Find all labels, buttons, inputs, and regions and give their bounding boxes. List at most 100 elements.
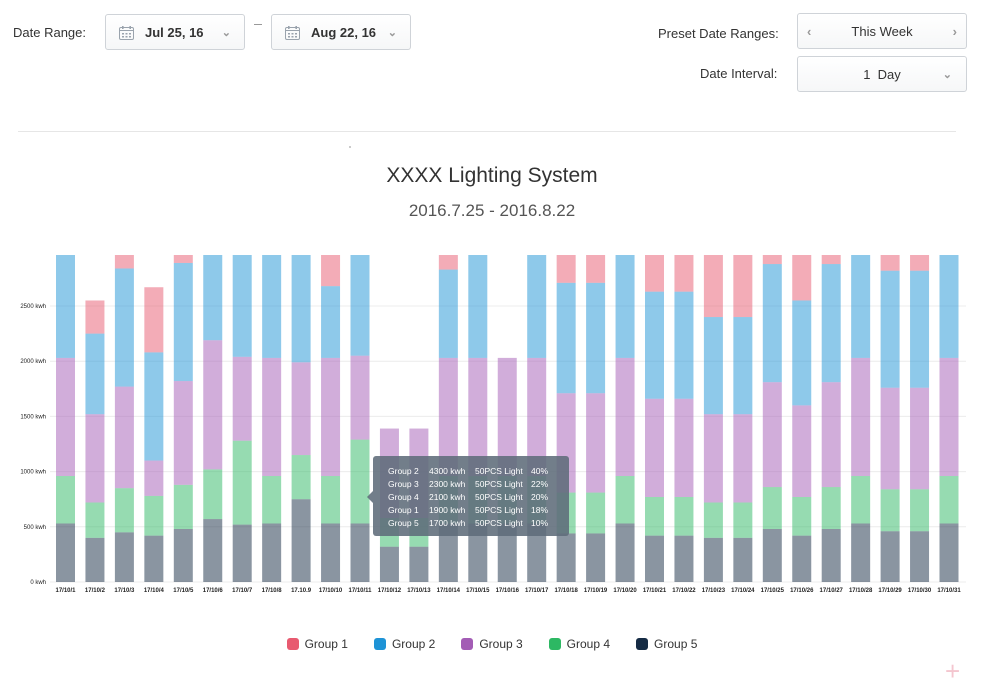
date-interval-label: Date Interval: — [700, 66, 778, 81]
tooltip-percent: 22% — [531, 479, 548, 489]
tooltip-percent: 20% — [531, 492, 548, 502]
chart-title: XXXX Lighting System — [386, 164, 598, 187]
tooltip-percent: 40% — [531, 466, 548, 476]
bar-segment — [144, 352, 164, 461]
bar-segment — [762, 382, 782, 488]
bar-segment — [144, 460, 164, 496]
tooltip-item: 50PCS Light — [475, 466, 523, 476]
x-tick-label: 17/10/26 — [790, 588, 814, 594]
bar-segment — [762, 255, 782, 265]
bar-segment — [674, 255, 694, 292]
bar-segment — [910, 270, 930, 388]
bar-segment — [291, 255, 311, 363]
bar-segment — [350, 439, 370, 524]
bar-segment — [586, 393, 606, 493]
bar-segment — [56, 523, 75, 582]
bar-segment — [85, 502, 105, 538]
bar-segment — [880, 531, 900, 582]
legend-item[interactable]: Group 3 — [461, 637, 523, 651]
bar-segment — [586, 533, 606, 582]
bar-segment — [792, 255, 812, 301]
bar-segment — [674, 496, 694, 536]
bar-segment — [939, 357, 959, 477]
preset-date-range-selector[interactable]: ‹ This Week › — [797, 13, 967, 49]
bar-segment — [851, 523, 871, 582]
bar-segment — [645, 291, 664, 399]
bar-segment — [173, 529, 193, 582]
tooltip-group: Group 4 — [388, 492, 419, 502]
legend-label: Group 5 — [654, 637, 698, 651]
bar-segment — [645, 398, 664, 497]
bar-segment — [409, 546, 429, 582]
bar-segment — [910, 387, 930, 490]
x-tick-label: 17/10/4 — [144, 588, 165, 594]
bar-segment — [851, 357, 871, 477]
x-tick-label: 17/10/31 — [937, 588, 961, 594]
bar-segment — [350, 355, 370, 440]
legend-label: Group 2 — [391, 637, 436, 651]
legend-item[interactable]: Group 4 — [548, 637, 611, 651]
legend-item[interactable]: Group 5 — [636, 637, 697, 651]
tooltip-item: 50PCS Light — [475, 518, 523, 528]
bar-segment — [56, 476, 75, 524]
x-tick-label: 17/10/11 — [348, 588, 372, 594]
bar-segment — [350, 255, 370, 356]
bar-segment — [556, 255, 576, 283]
bar-segment — [586, 255, 606, 283]
legend-label: Group 3 — [479, 637, 523, 651]
x-tick-label: 17/10/10 — [319, 588, 343, 594]
bar-segment — [645, 535, 664, 582]
legend-swatch — [373, 638, 386, 650]
chevron-down-icon: ⌄ — [387, 26, 397, 39]
x-tick-label: 17/10/6 — [203, 588, 224, 594]
x-tick-label: 17/10/24 — [731, 588, 755, 594]
legend-label: Group 4 — [566, 637, 611, 651]
tooltip-group: Group 3 — [388, 479, 419, 489]
legend-item[interactable]: Group 2 — [373, 637, 436, 651]
bar-segment — [645, 255, 664, 292]
bar-segment — [262, 476, 282, 524]
end-date-picker[interactable]: Aug 22, 16 ⌄ — [271, 14, 411, 50]
bar-segment — [203, 340, 223, 470]
bar-segment — [821, 382, 841, 488]
bar-segment — [851, 255, 871, 358]
bar-segment — [792, 496, 812, 536]
bar-segment — [203, 255, 223, 341]
tooltip-value: 4300 kwh — [429, 466, 466, 476]
tooltip-group: Group 2 — [388, 466, 419, 476]
tooltip-value: 2300 kwh — [429, 479, 466, 489]
tooltip-group: Group 1 — [388, 505, 419, 515]
bar-segment — [733, 537, 753, 582]
legend-swatch — [286, 638, 299, 650]
start-date-picker[interactable]: Jul 25, 16 ⌄ — [105, 14, 245, 50]
bar-segment — [114, 268, 134, 387]
chevron-right-icon[interactable]: › — [953, 14, 957, 48]
x-tick-label: 17/10/22 — [672, 588, 696, 594]
bar-segment — [733, 317, 753, 415]
plus-icon[interactable]: + — [945, 656, 960, 687]
tooltip-value: 1700 kwh — [429, 518, 466, 528]
y-tick-label: 2000 kwh — [20, 359, 46, 365]
x-tick-label: 17/10/21 — [643, 588, 667, 594]
chevron-down-icon: ⌄ — [942, 68, 952, 81]
y-tick-label: 2500 kwh — [20, 304, 46, 310]
preset-date-ranges-label: Preset Date Ranges: — [658, 26, 779, 41]
bar-segment — [527, 255, 547, 358]
bar-segment — [291, 499, 311, 582]
legend-item[interactable]: Group 1 — [286, 637, 348, 651]
date-interval-select[interactable]: 1 Day ⌄ — [797, 56, 967, 92]
bar-segment — [56, 357, 75, 477]
chart-subtitle: 2016.7.25 - 2016.8.22 — [408, 201, 576, 220]
tooltip-percent: 18% — [531, 505, 548, 515]
bar-segment — [144, 287, 164, 353]
bar-segment — [203, 469, 223, 520]
legend-swatch — [461, 638, 474, 650]
x-tick-label: 17/10/15 — [466, 588, 490, 594]
end-date-value: Aug 22, 16 — [311, 24, 377, 40]
bar-segment — [262, 255, 282, 358]
bar-segment — [114, 488, 134, 533]
x-tick-label: 17/10/25 — [761, 588, 785, 594]
bar-segment — [262, 357, 282, 477]
bar-segment — [85, 300, 105, 334]
bar-segment — [880, 489, 900, 532]
